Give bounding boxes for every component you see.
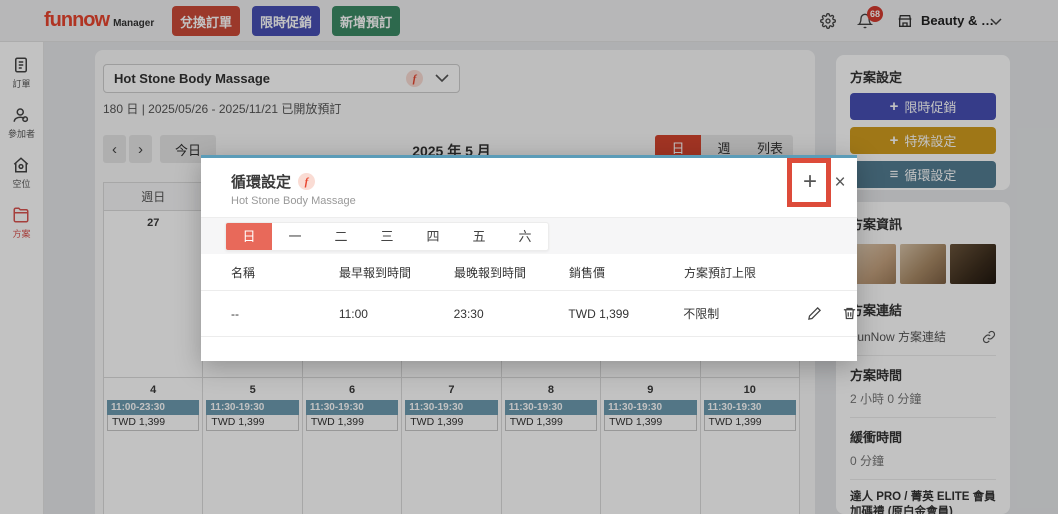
weekday-tab-strip: 日一二三四五六 xyxy=(201,218,857,254)
rules-table-body: -- 11:00 23:30 TWD 1,399 不限制 xyxy=(201,291,857,337)
modal-title: 循環設定 xyxy=(231,174,292,191)
trash-icon[interactable] xyxy=(842,306,857,321)
weekday-tab-五[interactable]: 五 xyxy=(456,223,502,250)
edit-pencil-icon[interactable] xyxy=(807,306,822,321)
modal-subtitle: Hot Stone Body Massage xyxy=(231,195,356,207)
weekday-tab-二[interactable]: 二 xyxy=(318,223,364,250)
rule-limit: 不限制 xyxy=(683,307,720,321)
modal-header: 循環設定 f Hot Stone Body Massage + × xyxy=(201,158,857,218)
weekday-tab-六[interactable]: 六 xyxy=(502,223,548,250)
weekday-tabs: 日一二三四五六 xyxy=(225,221,549,251)
row-actions xyxy=(807,306,857,321)
weekday-tab-日[interactable]: 日 xyxy=(226,222,272,250)
col-earliest-header: 最早報到時間 xyxy=(339,265,412,280)
rule-name: -- xyxy=(231,306,239,321)
rule-table-row: -- 11:00 23:30 TWD 1,399 不限制 xyxy=(201,291,857,337)
rule-earliest: 11:00 xyxy=(338,306,368,321)
weekday-tab-一[interactable]: 一 xyxy=(272,223,318,250)
funnow-badge-icon: f xyxy=(298,173,316,190)
weekday-tab-四[interactable]: 四 xyxy=(410,223,456,250)
rule-price: TWD 1,399 xyxy=(568,306,630,321)
col-price-header: 銷售價 xyxy=(569,265,606,280)
col-limit-header: 方案預訂上限 xyxy=(684,265,757,280)
col-latest-header: 最晚報到時間 xyxy=(454,265,527,280)
weekday-tab-三[interactable]: 三 xyxy=(364,223,410,250)
recurring-settings-modal: 循環設定 f Hot Stone Body Massage + × 日一二三四五… xyxy=(201,155,857,361)
col-name-header: 名稱 xyxy=(231,265,256,280)
rule-latest: 23:30 xyxy=(453,306,484,321)
annotation-highlight-box xyxy=(787,158,831,207)
rules-table-header: 名稱 最早報到時間 最晚報到時間 銷售價 方案預訂上限 xyxy=(201,254,857,291)
close-icon[interactable]: × xyxy=(831,172,849,194)
